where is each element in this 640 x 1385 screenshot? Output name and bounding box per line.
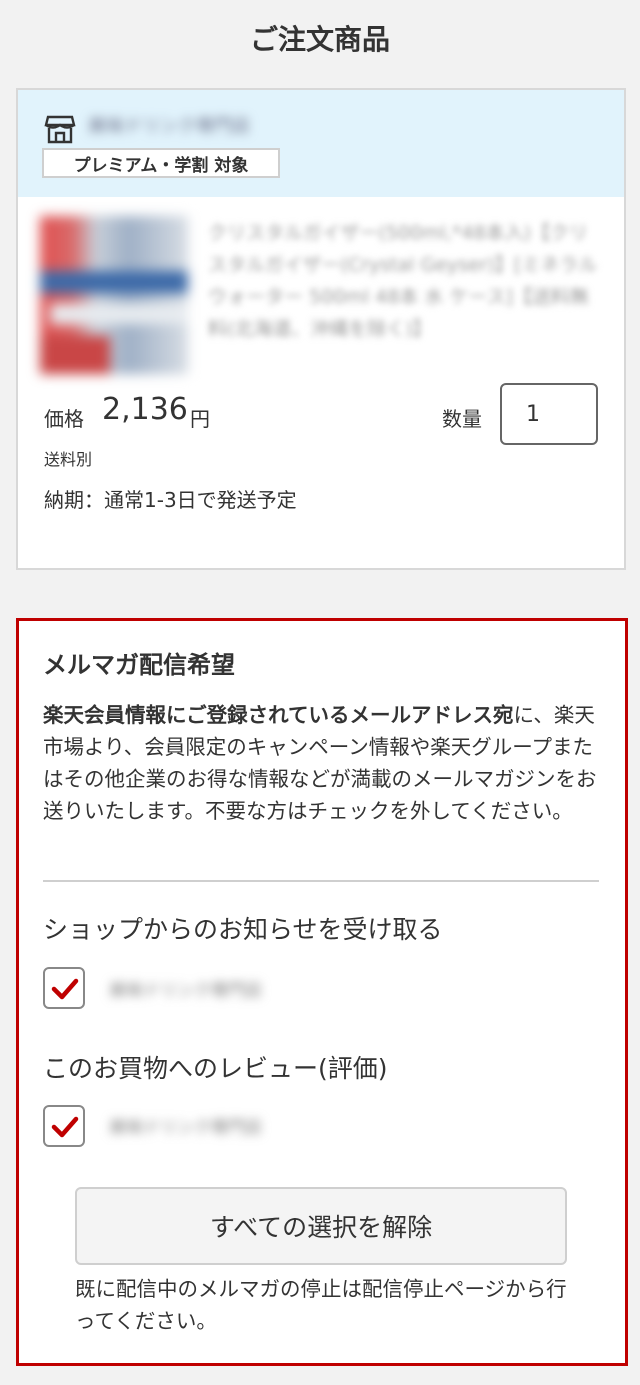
- review-checkbox[interactable]: [43, 1105, 85, 1147]
- shop-news-checkbox[interactable]: [43, 967, 85, 1009]
- price-unit: 円: [190, 407, 210, 431]
- quantity-label: 数量: [442, 407, 482, 431]
- newsletter-section: メルマガ配信希望 楽天会員情報にご登録されているメールアドレス宛に、楽天市場より…: [16, 618, 628, 1366]
- product-title[interactable]: クリスタルガイザー(500ml,*48本入)【クリスタルガイザー(Crystal…: [208, 217, 602, 377]
- checkmark-icon: [51, 1116, 79, 1138]
- shop-header: 美味ドリンク専門店 プレミアム・学割 対象: [18, 90, 624, 197]
- shop-news-option-title: ショップからのお知らせを受け取る: [43, 915, 443, 944]
- newsletter-description: 楽天会員情報にご登録されているメールアドレス宛に、楽天市場より、会員限定のキャン…: [43, 699, 601, 827]
- price-value: 2,136: [102, 392, 188, 427]
- shop-icon: [44, 115, 76, 144]
- newsletter-title: メルマガ配信希望: [43, 651, 235, 679]
- newsletter-description-bold: 楽天会員情報にご登録されているメールアドレス宛: [43, 703, 514, 727]
- delivery-note: 納期：通常1-3日で発送予定: [44, 488, 297, 512]
- review-option-title: このお買物へのレビュー(評価): [43, 1054, 388, 1083]
- divider: [43, 880, 599, 882]
- unsubscribe-note: 既に配信中のメルマガの停止は配信停止ページから行ってください。: [75, 1277, 567, 1333]
- shipping-note: 送料別: [44, 450, 93, 469]
- page-title: ご注文商品: [249, 23, 390, 56]
- clear-all-button[interactable]: すべての選択を解除: [75, 1187, 567, 1265]
- quantity-input[interactable]: [500, 383, 598, 445]
- price-label: 価格: [44, 407, 84, 431]
- campaign-badge: プレミアム・学割 対象: [42, 148, 280, 178]
- shop-name-link[interactable]: 美味ドリンク専門店: [88, 112, 338, 138]
- checkmark-icon: [51, 978, 79, 1000]
- order-item-card: 美味ドリンク専門店 プレミアム・学割 対象 クリスタルガイザー(500ml,*4…: [16, 88, 626, 570]
- product-thumbnail[interactable]: [40, 216, 188, 374]
- shop-news-shop-name: 美味ドリンク専門店: [109, 981, 262, 1001]
- review-shop-name: 美味ドリンク専門店: [109, 1118, 262, 1138]
